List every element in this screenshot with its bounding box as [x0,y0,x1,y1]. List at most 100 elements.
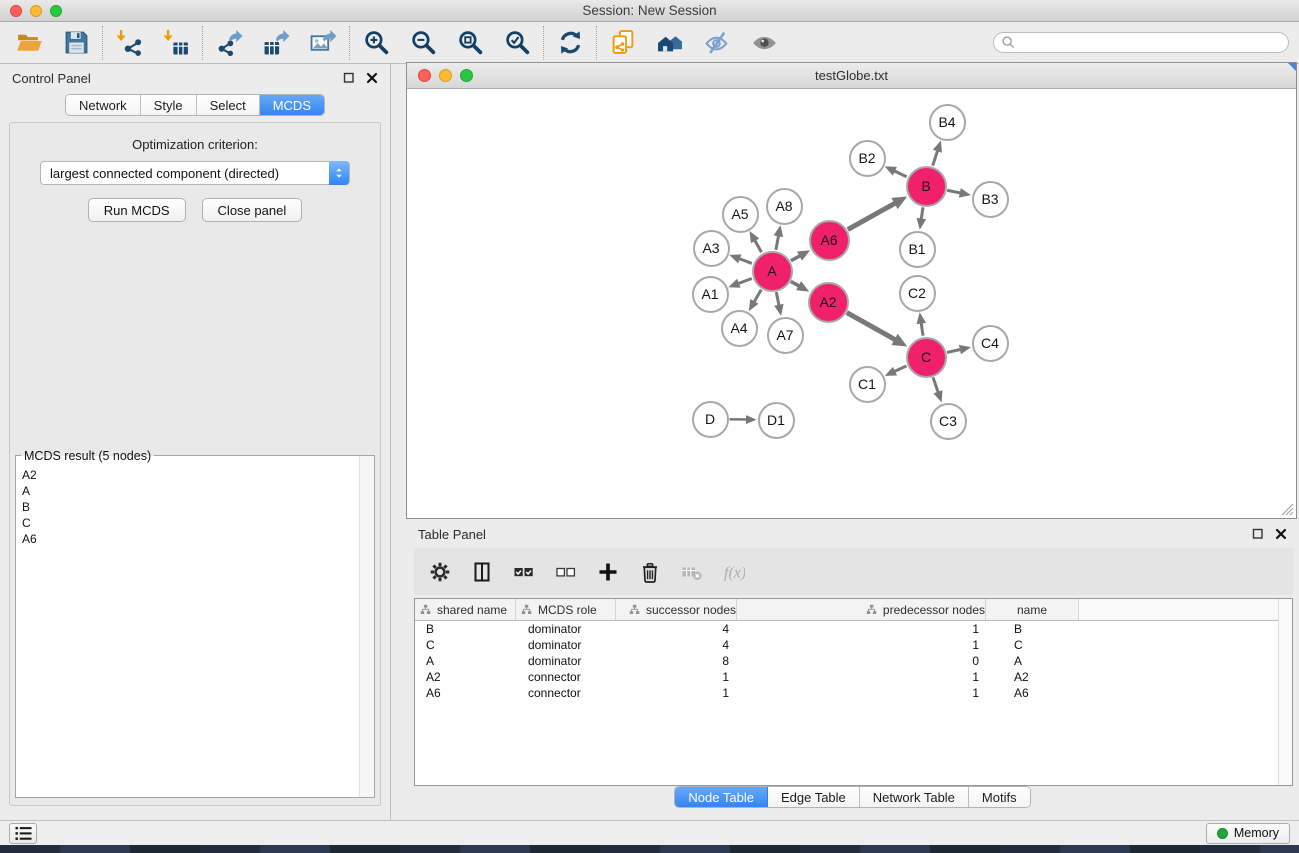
close-icon[interactable] [366,72,378,84]
graph-edge-A-A3[interactable] [739,259,752,264]
refresh-view-button[interactable] [553,26,587,60]
zoom-in-button[interactable] [359,26,393,60]
table-row[interactable]: Cdominator41C [415,637,1292,653]
graph-node-A5[interactable]: A5 [722,196,759,233]
table-cell[interactable]: A2 [415,669,516,685]
graph-edge-A-A1[interactable] [738,278,752,283]
table-cell[interactable]: 1 [616,669,737,685]
float-icon[interactable] [1252,528,1264,540]
graph-edge-A-A6[interactable] [791,256,800,261]
graph-edge-A6-B[interactable] [848,203,896,230]
table-cell[interactable]: 1 [737,669,986,685]
optimization-criterion-select[interactable]: largest connected component (directed) [40,161,350,185]
tab-select[interactable]: Select [197,95,260,115]
table-cell[interactable]: 0 [737,653,986,669]
search-box[interactable] [993,32,1289,53]
graph-node-C2[interactable]: C2 [899,275,936,312]
graph-node-A1[interactable]: A1 [692,276,729,313]
task-history-button[interactable] [9,823,37,844]
graph-node-C4[interactable]: C4 [972,325,1009,362]
tab-edge-table[interactable]: Edge Table [768,787,860,807]
graph-edge-B-B4[interactable] [933,150,938,165]
column-header-name[interactable]: name [986,599,1079,620]
table-row[interactable]: Bdominator41B [415,621,1292,637]
select-all-button[interactable] [512,560,536,584]
mcds-result-item[interactable]: A6 [16,531,374,547]
delete-rows-button[interactable] [638,560,662,584]
graph-node-A2[interactable]: A2 [808,282,849,323]
deselect-all-button[interactable] [554,560,578,584]
table-cell[interactable]: dominator [516,653,616,669]
graph-edge-A-A5[interactable] [755,240,762,252]
table-cell[interactable]: 1 [737,637,986,653]
show-all-button[interactable] [747,26,781,60]
graph-node-B4[interactable]: B4 [929,104,966,141]
tab-node-table[interactable]: Node Table [675,787,768,807]
table-settings-button[interactable] [428,560,452,584]
graph-edge-A-A8[interactable] [776,235,779,250]
graph-node-A3[interactable]: A3 [693,230,730,267]
network-canvas[interactable]: AA1A2A3A4A5A6A7A8BB1B2B3B4CC1C2C3C4DD1 [407,90,1296,518]
tab-mcds[interactable]: MCDS [260,95,324,115]
graph-node-C1[interactable]: C1 [849,366,886,403]
table-cell[interactable]: dominator [516,637,616,653]
graph-edge-B-B1[interactable] [921,207,923,219]
hide-unselected-button[interactable] [700,26,734,60]
graph-edge-B-B2[interactable] [894,171,907,177]
network-window-titlebar[interactable]: testGlobe.txt [407,63,1296,89]
graph-node-B2[interactable]: B2 [849,140,886,177]
export-image-button[interactable] [306,26,340,60]
show-columns-button[interactable] [470,560,494,584]
table-cell[interactable]: 4 [616,621,737,637]
table-cell[interactable]: 1 [616,685,737,701]
memory-button[interactable]: Memory [1206,823,1290,844]
table-cell[interactable]: C [986,637,1079,653]
window-titlebar[interactable]: Session: New Session [0,0,1299,22]
graph-edge-B-B3[interactable] [947,190,961,193]
graph-node-B[interactable]: B [906,166,947,207]
table-cell[interactable]: connector [516,685,616,701]
table-scrollbar[interactable] [1278,599,1292,785]
table-cell[interactable]: A2 [986,669,1079,685]
table-cell[interactable]: A6 [986,685,1079,701]
table-cell[interactable]: B [986,621,1079,637]
graph-edge-C-C4[interactable] [947,349,961,352]
graph-node-D[interactable]: D [692,401,729,438]
resize-grip[interactable] [1281,503,1294,516]
mcds-result-list[interactable]: A2ABCA6 [16,456,374,797]
tab-style[interactable]: Style [141,95,197,115]
tab-network[interactable]: Network [66,95,141,115]
zoom-fit-button[interactable] [453,26,487,60]
float-icon[interactable] [343,72,355,84]
graph-node-B1[interactable]: B1 [899,231,936,268]
graph-node-A6[interactable]: A6 [809,220,850,261]
close-panel-button[interactable]: Close panel [202,198,303,222]
import-network-button[interactable] [112,26,146,60]
graph-node-A4[interactable]: A4 [721,310,758,347]
table-row[interactable]: A2connector11A2 [415,669,1292,685]
graph-node-C3[interactable]: C3 [930,403,967,440]
add-column-button[interactable] [596,560,620,584]
table-cell[interactable]: connector [516,669,616,685]
network-from-selection-button[interactable] [606,26,640,60]
graph-node-A8[interactable]: A8 [766,188,803,225]
export-table-button[interactable] [259,26,293,60]
column-header-shared-name[interactable]: shared name [415,599,516,620]
table-row[interactable]: A6connector11A6 [415,685,1292,701]
graph-edge-C-C1[interactable] [894,366,906,372]
mcds-result-item[interactable]: A [16,483,374,499]
table-cell[interactable]: A [415,653,516,669]
close-icon[interactable] [1275,528,1287,540]
mcds-result-item[interactable]: B [16,499,374,515]
table-row[interactable]: Adominator80A [415,653,1292,669]
search-input[interactable] [1016,34,1288,51]
graph-node-A[interactable]: A [752,251,793,292]
graph-edge-A-A7[interactable] [776,292,779,306]
zoom-selected-button[interactable] [500,26,534,60]
table-cell[interactable]: 4 [616,637,737,653]
graph-edge-C-C2[interactable] [921,323,923,336]
graph-edge-C-C3[interactable] [933,377,938,392]
mcds-result-item[interactable]: C [16,515,374,531]
graph-node-C[interactable]: C [906,337,947,378]
node-table[interactable]: shared nameMCDS rolesuccessor nodesprede… [414,598,1293,786]
